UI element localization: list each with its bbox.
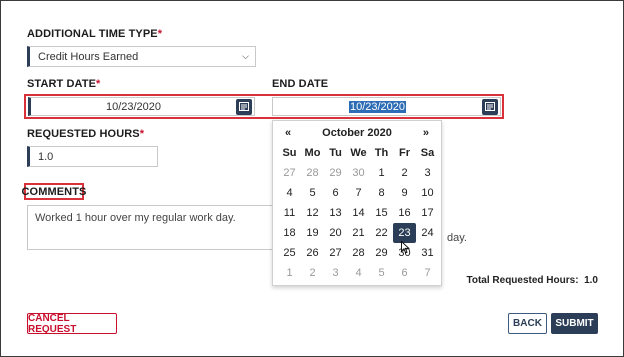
calendar-day[interactable]: 1 (370, 163, 393, 183)
start-date-label-text: START DATE (27, 78, 97, 90)
calendar-day[interactable]: 17 (416, 203, 439, 223)
calendar-icon-glyph (239, 102, 249, 111)
weekday-header: Tu (329, 147, 342, 159)
calendar-day[interactable]: 11 (278, 203, 301, 223)
total-requested-hours: Total Requested Hours: 1.0 (466, 275, 598, 286)
comments-value: Worked 1 hour over my regular work day. (35, 212, 236, 224)
calendar-day-selected[interactable]: 23 (393, 223, 416, 243)
month-title[interactable]: October 2020 (322, 127, 392, 139)
calendar-icon[interactable] (482, 98, 498, 115)
start-date-label: START DATE* (27, 78, 100, 90)
end-date-value-wrap: 10/23/2020 (273, 100, 482, 113)
comments-label: COMMENTS (21, 183, 87, 200)
time-type-label: ADDITIONAL TIME TYPE* (27, 28, 162, 40)
calendar-day[interactable]: 10 (416, 183, 439, 203)
calendar-day[interactable]: 7 (416, 263, 439, 283)
calendar-day[interactable]: 28 (347, 243, 370, 263)
calendar-day[interactable]: 27 (324, 243, 347, 263)
calendar-day[interactable]: 15 (370, 203, 393, 223)
end-date-value: 10/23/2020 (348, 100, 407, 113)
calendar-day[interactable]: 26 (301, 243, 324, 263)
chevron-down-icon: ⌵ (242, 51, 249, 61)
calendar-day[interactable]: 13 (324, 203, 347, 223)
calendar-day[interactable]: 18 (278, 223, 301, 243)
calendar-day[interactable]: 25 (278, 243, 301, 263)
calendar-day[interactable]: 16 (393, 203, 416, 223)
calendar-day[interactable]: 5 (301, 183, 324, 203)
calendar-day[interactable]: 29 (370, 243, 393, 263)
calendar-day[interactable]: 14 (347, 203, 370, 223)
calendar-day[interactable]: 12 (301, 203, 324, 223)
start-date-input[interactable]: 10/23/2020 (28, 97, 255, 116)
calendar-grid: Su Mo Tu We Th Fr Sa 27 28 29 30 1 2 3 4… (273, 143, 441, 283)
calendar-day[interactable]: 20 (324, 223, 347, 243)
calendar-day[interactable]: 24 (416, 223, 439, 243)
end-date-label-text: END DATE (272, 78, 329, 90)
comments-textarea[interactable]: Worked 1 hour over my regular work day. (27, 205, 277, 250)
calendar-day[interactable]: 6 (324, 183, 347, 203)
next-month-button[interactable]: » (423, 127, 429, 139)
weekday-header: Sa (420, 147, 435, 159)
required-mark: * (96, 78, 101, 90)
calendar-day[interactable]: 3 (324, 263, 347, 283)
calendar-day[interactable]: 5 (370, 263, 393, 283)
comments-overflow-text: day. (447, 232, 467, 244)
calendar-day[interactable]: 3 (416, 163, 439, 183)
calendar-day[interactable]: 2 (301, 263, 324, 283)
submit-button[interactable]: SUBMIT (551, 313, 598, 334)
mouse-pointer-icon (401, 241, 410, 254)
calendar-day[interactable]: 2 (393, 163, 416, 183)
end-date-label: END DATE (272, 78, 328, 90)
comments-label-text: COMMENTS (21, 185, 87, 198)
calendar-day[interactable]: 21 (347, 223, 370, 243)
weekday-header: Mo (304, 147, 321, 159)
calendar-day[interactable]: 31 (416, 243, 439, 263)
calendar-day[interactable]: 30 (347, 163, 370, 183)
calendar-day[interactable]: 4 (347, 263, 370, 283)
weekday-header: Su (282, 147, 297, 159)
date-picker: « October 2020 » Su Mo Tu We Th Fr Sa 27… (272, 120, 442, 286)
requested-hours-label: REQUESTED HOURS* (27, 128, 144, 140)
required-mark: * (139, 128, 145, 140)
required-mark: * (157, 28, 163, 40)
calendar-day[interactable]: 27 (278, 163, 301, 183)
calendar-day[interactable]: 4 (278, 183, 301, 203)
calendar-day[interactable]: 29 (324, 163, 347, 183)
calendar-day[interactable]: 8 (370, 183, 393, 203)
cancel-request-button[interactable]: CANCEL REQUEST (27, 313, 117, 335)
calendar-day[interactable]: 6 (393, 263, 416, 283)
requested-hours-value: 1.0 (38, 150, 54, 163)
start-date-value: 10/23/2020 (105, 100, 162, 113)
end-date-input[interactable]: 10/23/2020 (272, 97, 501, 116)
time-type-label-text: ADDITIONAL TIME TYPE (27, 28, 158, 40)
back-button[interactable]: BACK (508, 313, 547, 334)
requested-hours-label-text: REQUESTED HOURS (27, 128, 140, 140)
calendar-day[interactable]: 22 (370, 223, 393, 243)
requested-hours-input[interactable]: 1.0 (27, 146, 158, 167)
calendar-icon[interactable] (236, 98, 252, 115)
weekday-header: Th (374, 147, 389, 159)
total-value: 1.0 (584, 275, 598, 286)
calendar-day[interactable]: 9 (393, 183, 416, 203)
calendar-icon-glyph (485, 102, 495, 111)
calendar-day[interactable]: 1 (278, 263, 301, 283)
weekday-header: Fr (399, 147, 410, 159)
calendar-day[interactable]: 28 (301, 163, 324, 183)
weekday-header: We (350, 147, 367, 159)
prev-month-button[interactable]: « (285, 127, 291, 139)
calendar-header: « October 2020 » (273, 123, 441, 143)
calendar-day[interactable]: 19 (301, 223, 324, 243)
time-type-select[interactable]: Credit Hours Earned ⌵ (27, 46, 256, 67)
time-type-value: Credit Hours Earned (38, 50, 139, 63)
calendar-day[interactable]: 7 (347, 183, 370, 203)
total-label: Total Requested Hours: (466, 275, 579, 286)
